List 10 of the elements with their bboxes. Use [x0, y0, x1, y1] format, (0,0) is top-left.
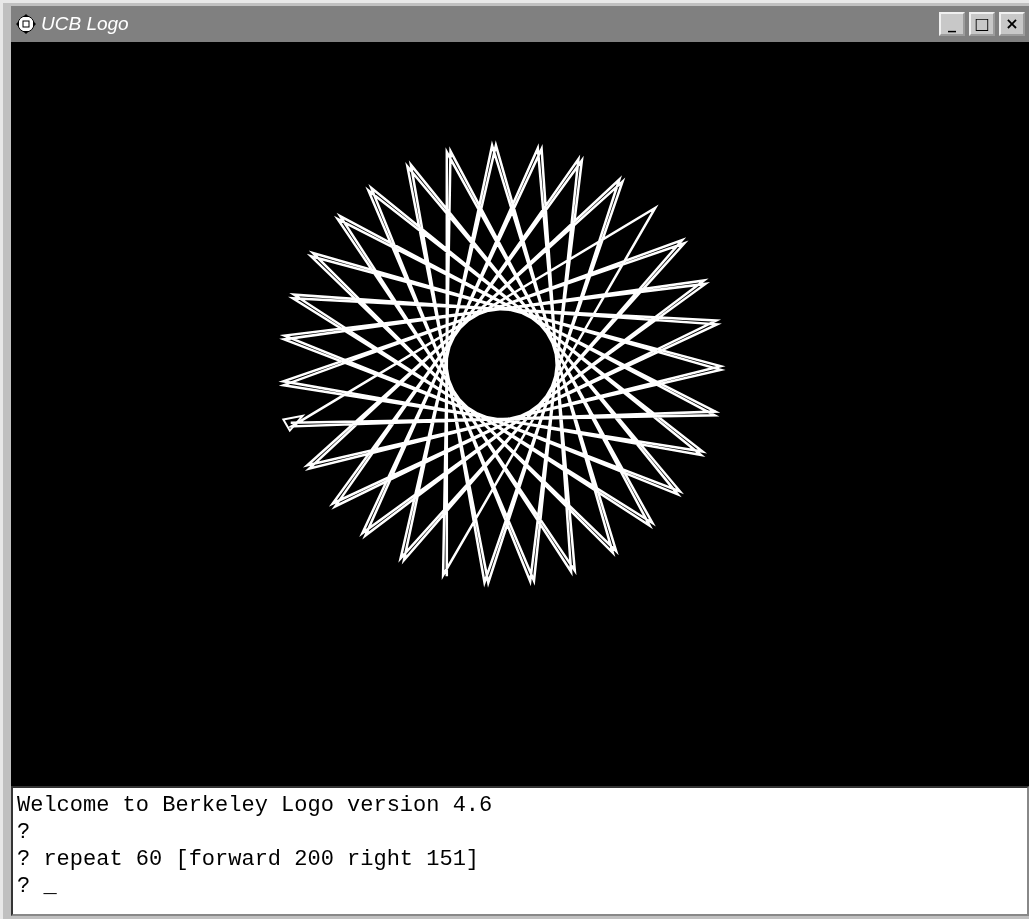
minimize-button[interactable]: _	[939, 12, 965, 36]
maximize-button[interactable]: □	[969, 12, 995, 36]
console-line: ? repeat 60 [forward 200 right 151]	[17, 846, 481, 873]
console-line: ? _	[17, 873, 58, 900]
window-title: UCB Logo	[41, 13, 130, 35]
app-icon	[15, 13, 37, 35]
close-button[interactable]: ×	[999, 12, 1025, 36]
console-line: Welcome to Berkeley Logo version 4.6	[17, 792, 494, 819]
turtle-icon	[281, 414, 306, 433]
console-line: ?	[17, 819, 32, 846]
